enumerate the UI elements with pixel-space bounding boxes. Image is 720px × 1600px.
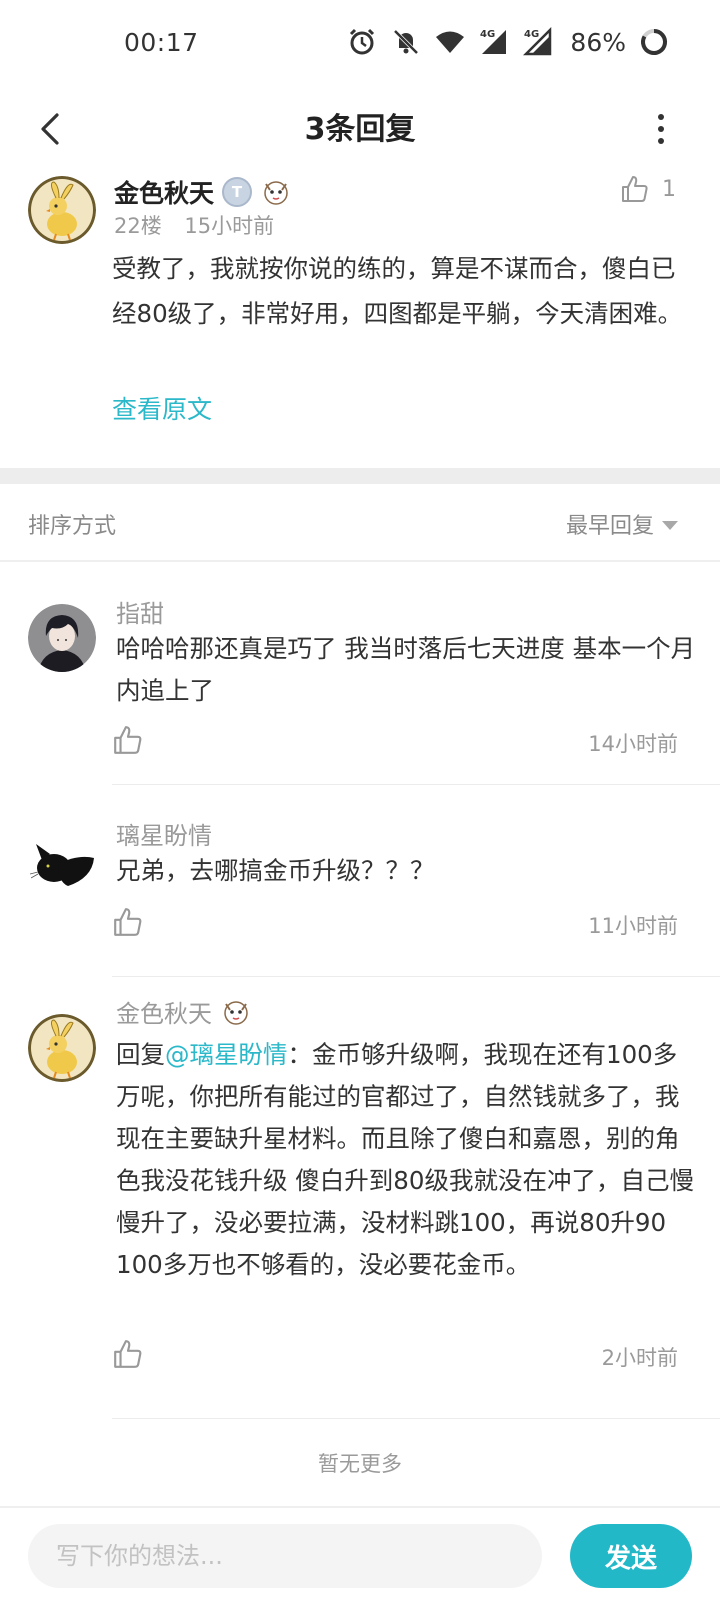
thumbs-up-icon (622, 176, 648, 202)
page-title: 3条回复 (304, 112, 416, 147)
more-vertical-icon (658, 114, 664, 120)
reply-username[interactable]: 璃星盼情 (116, 816, 212, 851)
send-button[interactable]: 发送 (570, 1524, 692, 1588)
reply-item: 璃星盼情 兄弟，去哪搞金币升级？？？ 11小时前 (0, 816, 720, 977)
more-options-button[interactable] (646, 104, 676, 154)
signal-4g-icon: 4G (523, 26, 552, 56)
reply-time: 2小时前 (601, 1346, 678, 1370)
pet-badge-icon (264, 181, 288, 205)
reply-username[interactable]: 指甜 (116, 594, 164, 629)
status-time: 00:17 (124, 28, 199, 57)
divider (112, 784, 720, 785)
post-author: 金色秋天 T (114, 174, 292, 210)
divider (112, 976, 720, 977)
reply-item: 指甜 哈哈哈那还真是巧了 我当时落后七天进度 基本一个月内追上了 14小时前 (0, 590, 720, 786)
signal-4g-icon: 4G (480, 29, 507, 54)
sort-dropdown[interactable]: 最早回复 (566, 508, 678, 540)
mention-link[interactable]: @璃星盼情 (165, 1040, 288, 1069)
mute-icon (394, 29, 419, 55)
sort-selected-value: 最早回复 (565, 514, 654, 539)
section-divider (0, 468, 720, 484)
thumbs-up-icon[interactable] (112, 724, 144, 756)
comment-input[interactable] (28, 1524, 542, 1588)
post-meta: 22楼 15小时前 (114, 210, 290, 240)
reply-text: 哈哈哈那还真是巧了 我当时落后七天进度 基本一个月内追上了 (116, 634, 696, 705)
svg-text:4G: 4G (480, 29, 495, 40)
alarm-icon (350, 28, 375, 55)
wifi-icon (436, 31, 465, 53)
thumbs-up-icon[interactable] (112, 1338, 144, 1370)
comment-text: 受教了，我就按你说的练的，算是不谋而合，傻白已经80级了，非常好用，四图都是平躺… (112, 254, 683, 328)
reply-prefix: 回复 (116, 1040, 165, 1069)
avatar[interactable] (28, 830, 96, 898)
avatar[interactable] (28, 604, 96, 672)
like-count: 1 (662, 176, 676, 202)
reply-time: 11小时前 (588, 914, 678, 938)
sort-label: 排序方式 (28, 514, 117, 539)
pet-badge-icon (224, 1000, 248, 1025)
reply-username[interactable]: 金色秋天 (116, 994, 252, 1029)
avatar[interactable] (28, 176, 96, 244)
reply-text: 兄弟，去哪搞金币升级？？？ (116, 856, 435, 885)
reply-time: 14小时前 (588, 732, 678, 756)
caret-down-icon (662, 520, 678, 530)
username[interactable]: 金色秋天 (114, 174, 214, 210)
top-nav-bar: 3条回复 (0, 90, 720, 170)
avatar[interactable] (28, 1014, 96, 1082)
level-badge: T (222, 177, 253, 207)
sort-bar: 排序方式 最早回复 (0, 484, 720, 562)
like-button[interactable]: 1 (620, 174, 676, 204)
status-bar: 00:17 4G 4G 86% (0, 0, 720, 90)
reply-text: 回复@璃星盼情：金币够升级啊，我现在还有100多万呢，你把所有能过的官都过了，自… (116, 1034, 696, 1286)
svg-text:4G: 4G (524, 29, 539, 40)
reply-body: ：金币够升级啊，我现在还有100多万呢，你把所有能过的官都过了，自然钱就多了，我… (116, 1040, 694, 1279)
divider (112, 1418, 720, 1419)
thumbs-up-icon[interactable] (112, 906, 144, 938)
battery-icon (641, 29, 667, 55)
view-original-link[interactable]: 查看原文 (112, 390, 212, 426)
status-icons: 4G 4G 86% (346, 26, 670, 58)
floor-number: 22楼 (114, 214, 162, 238)
comment-composer: 发送 (0, 1506, 720, 1600)
no-more-text: 暂无更多 (318, 1452, 402, 1476)
post-time: 15小时前 (184, 214, 275, 238)
battery-percent: 86% (570, 27, 626, 57)
main-comment: 金色秋天 T 22楼 15小时前 1 受教了，我就按你说的练的，算是不谋而合，傻… (0, 170, 720, 468)
reply-item: 金色秋天 回复@璃星盼情：金币够升级啊，我现在还有100多万呢，你把所有能过的官… (0, 1000, 720, 1420)
